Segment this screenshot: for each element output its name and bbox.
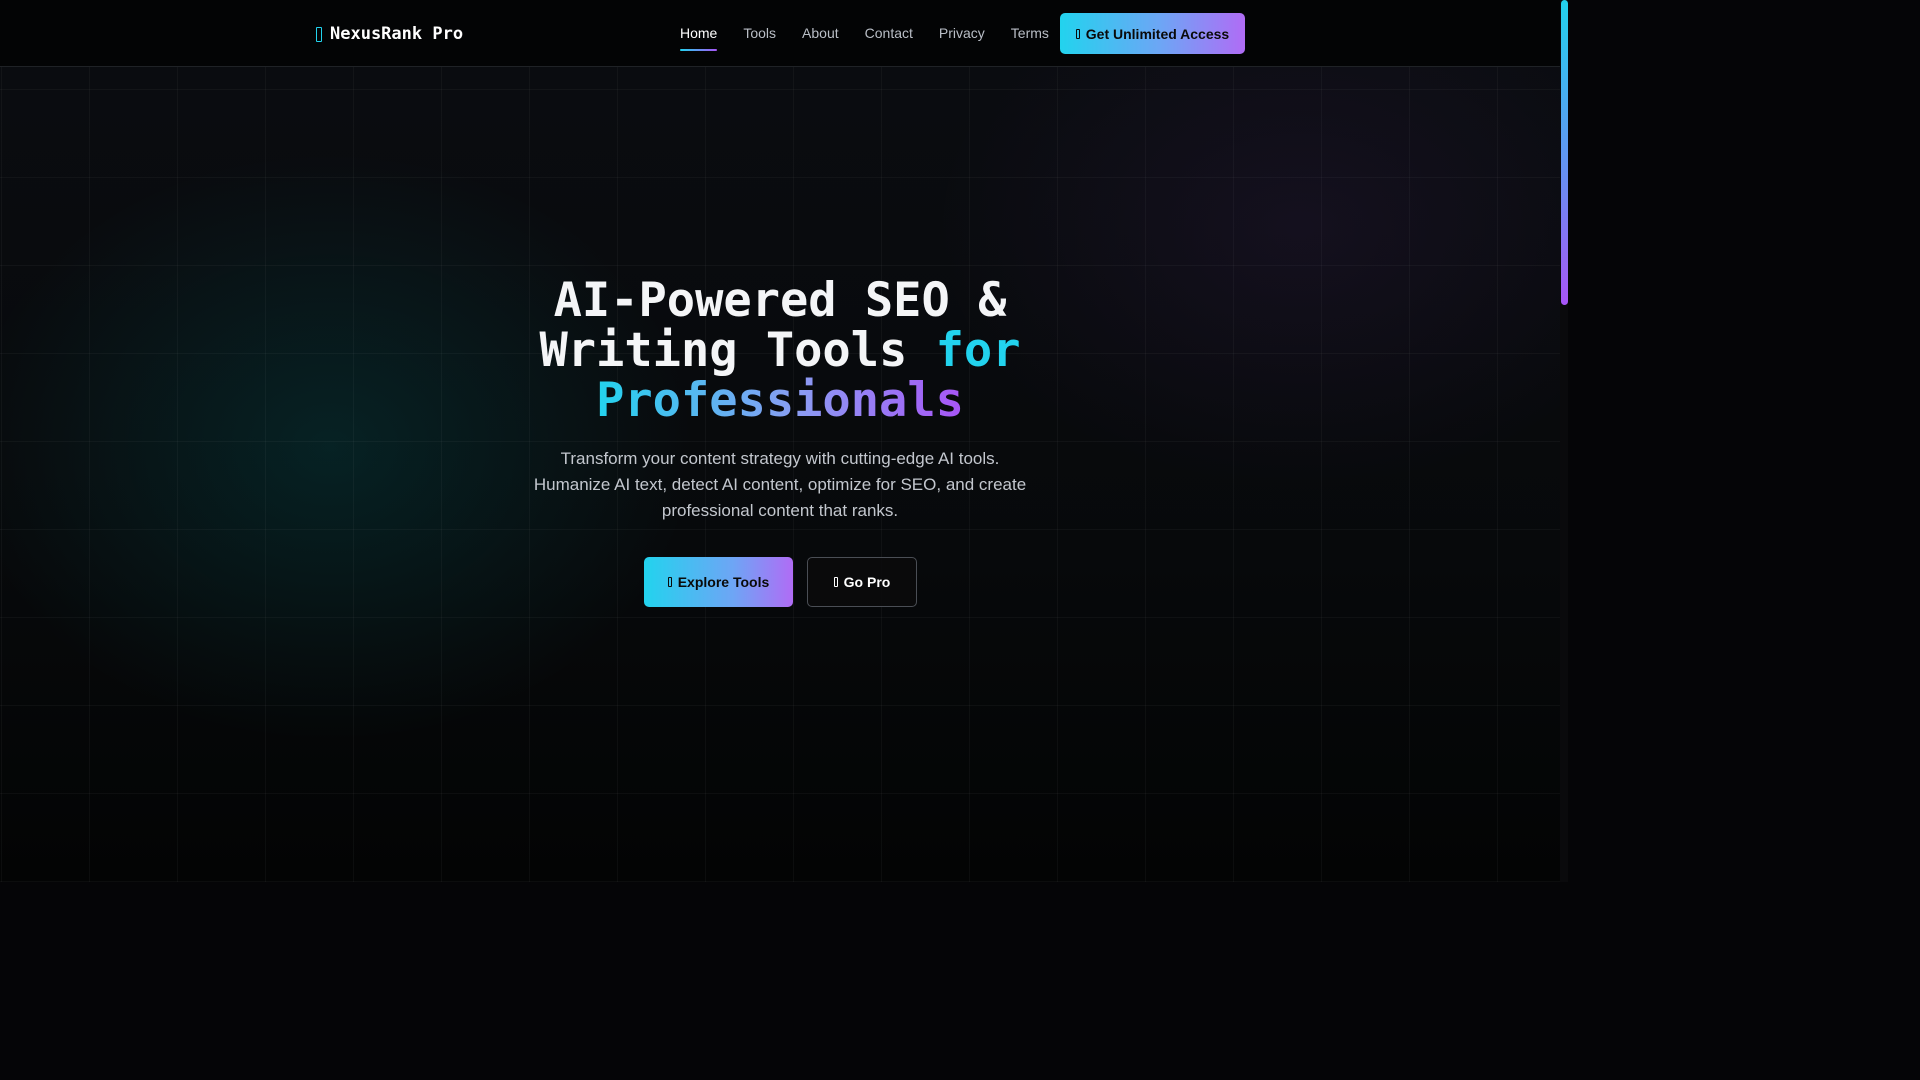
crown-icon xyxy=(833,577,838,587)
get-unlimited-access-label: Get Unlimited Access xyxy=(1085,25,1230,42)
page: NexusRank Pro Home Tools About Contact P… xyxy=(0,0,1560,882)
brand-name: NexusRank Pro xyxy=(330,24,464,44)
nav-link-terms[interactable]: Terms xyxy=(1011,24,1049,42)
explore-tools-button[interactable]: Explore Tools xyxy=(644,557,793,607)
nav-links: Home Tools About Contact Privacy Terms xyxy=(680,24,1075,51)
brand-logo[interactable]: NexusRank Pro xyxy=(316,22,463,46)
go-pro-label: Go Pro xyxy=(843,574,891,590)
nav-link-tools[interactable]: Tools xyxy=(743,24,776,42)
hero-subtitle: Transform your content strategy with cut… xyxy=(533,449,1027,520)
hero-title: AI-Powered SEO & Writing Tools for Profes… xyxy=(480,276,1080,426)
explore-tools-label: Explore Tools xyxy=(677,574,770,590)
navbar: NexusRank Pro Home Tools About Contact P… xyxy=(0,0,1560,67)
get-unlimited-access-button[interactable]: Get Unlimited Access xyxy=(1060,13,1245,54)
nav-link-contact[interactable]: Contact xyxy=(865,24,913,42)
hero-title-accent-for: for xyxy=(935,323,1021,378)
cube-icon xyxy=(316,26,322,42)
nav-link-home[interactable]: Home xyxy=(680,24,718,51)
nav-link-about[interactable]: About xyxy=(802,24,839,42)
scrollbar-thumb[interactable] xyxy=(1561,0,1568,305)
nav-link-privacy[interactable]: Privacy xyxy=(939,24,985,42)
rocket-icon xyxy=(667,577,672,587)
crown-icon xyxy=(1075,28,1080,39)
hero-title-accent-professionals: Professionals xyxy=(596,373,964,428)
go-pro-button[interactable]: Go Pro xyxy=(807,557,917,607)
